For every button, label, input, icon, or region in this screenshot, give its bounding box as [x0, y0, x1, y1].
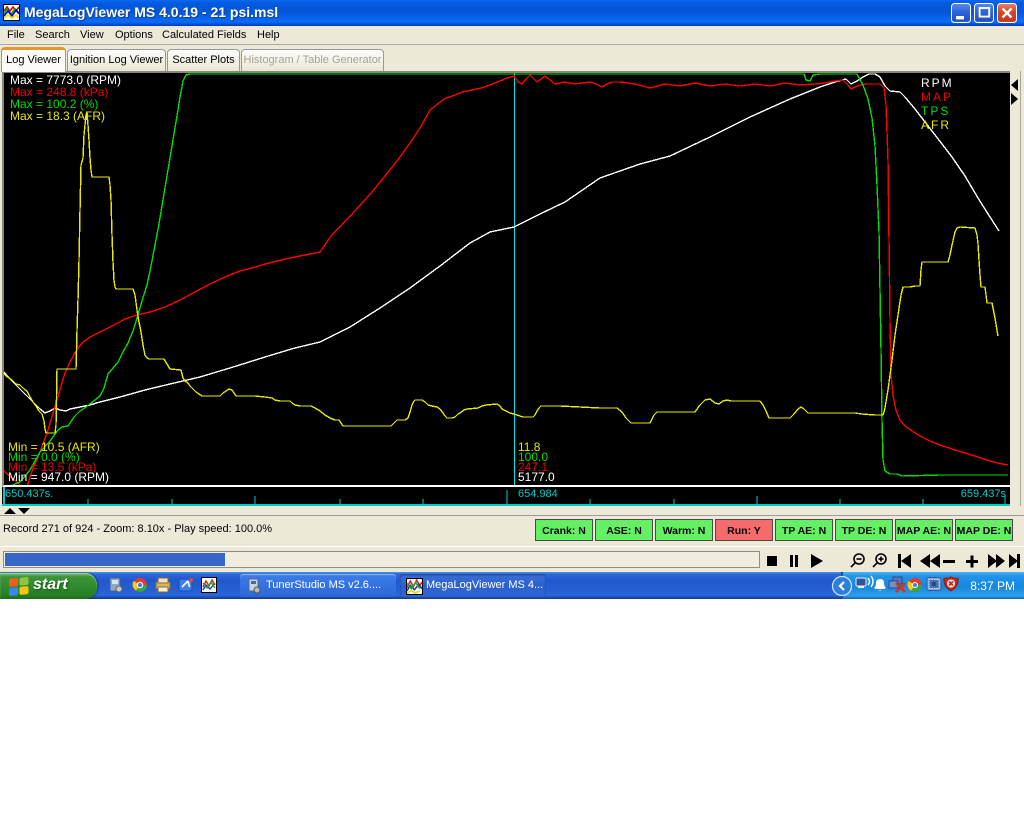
- svg-text:AFR: AFR: [921, 118, 951, 132]
- svg-text:TPS: TPS: [921, 104, 950, 118]
- svg-text:RPM: RPM: [921, 76, 954, 90]
- svg-text:Max = 18.3 (AFR): Max = 18.3 (AFR): [10, 109, 105, 123]
- svg-text:MAP: MAP: [921, 90, 953, 104]
- svg-text:Min = 947.0 (RPM): Min = 947.0 (RPM): [8, 470, 109, 484]
- svg-text:5177.0: 5177.0: [518, 470, 555, 484]
